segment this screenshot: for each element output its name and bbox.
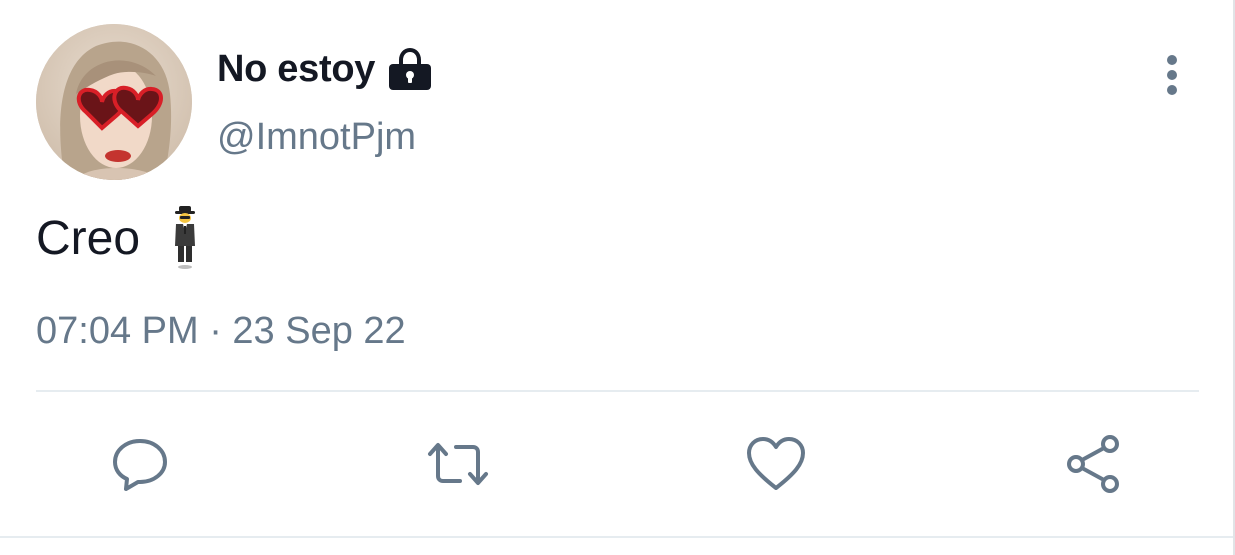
divider (36, 390, 1199, 392)
display-name-row: No estoy (217, 44, 433, 94)
heart-icon (747, 437, 805, 490)
avatar[interactable] (36, 24, 192, 180)
like-button[interactable] (744, 432, 808, 496)
display-name[interactable]: No estoy (217, 48, 375, 91)
retweet-icon (428, 443, 488, 485)
man-in-business-suit-levitating-emoji (170, 206, 200, 270)
reply-icon (113, 439, 167, 491)
reply-button[interactable] (108, 432, 172, 496)
bottom-divider (0, 536, 1233, 538)
tweet-detail: No estoy @ImnotPjm Creo 07:04 PM · 23 Se… (0, 0, 1235, 555)
retweet-button[interactable] (426, 432, 490, 496)
lock-icon (387, 46, 433, 92)
user-handle[interactable]: @ImnotPjm (217, 116, 416, 159)
tweet-text: Creo (36, 206, 200, 270)
share-icon (1067, 435, 1119, 493)
more-vertical-icon[interactable] (1155, 52, 1189, 100)
share-button[interactable] (1062, 432, 1126, 496)
tweet-text-content: Creo (36, 211, 141, 265)
tweet-timestamp[interactable]: 07:04 PM · 23 Sep 22 (36, 310, 406, 353)
avatar-image (36, 24, 192, 180)
